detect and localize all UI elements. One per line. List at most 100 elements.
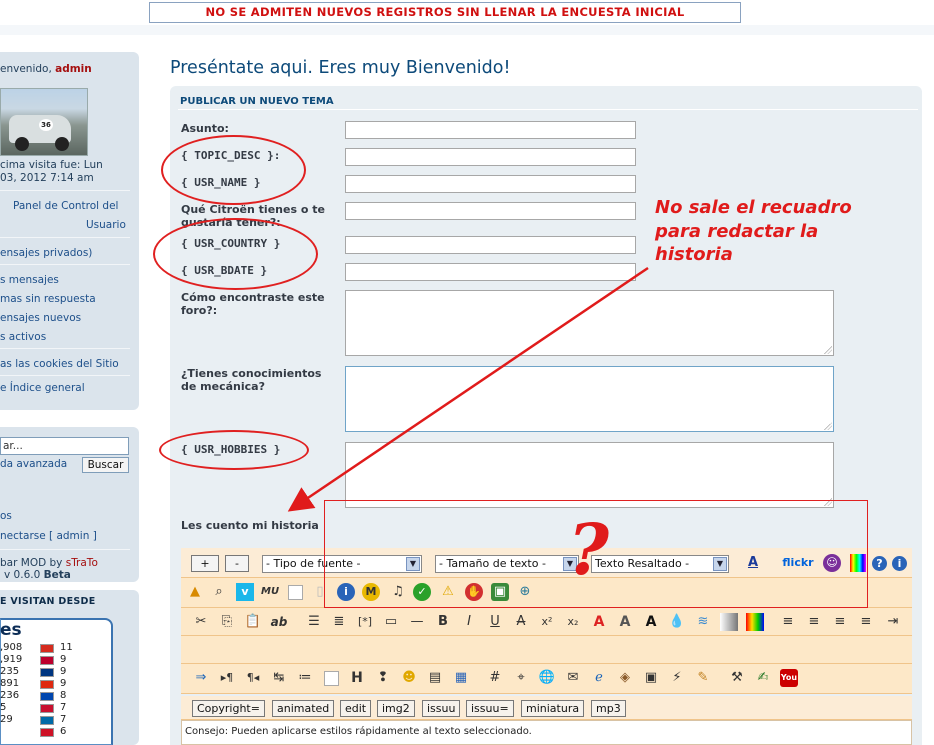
heading-icon[interactable]: H bbox=[348, 669, 366, 687]
image-icon[interactable]: ▣ bbox=[642, 669, 660, 687]
wrap-icon[interactable]: ↹ bbox=[270, 669, 288, 687]
blank-box-icon-2[interactable] bbox=[324, 671, 339, 686]
annotation-question-mark: ? bbox=[568, 508, 610, 591]
underline-icon[interactable]: U bbox=[486, 613, 504, 631]
copy-icon[interactable]: ⎘ bbox=[218, 613, 236, 631]
tag-button[interactable]: Copyright= bbox=[192, 700, 265, 717]
tag-button[interactable]: issuu bbox=[422, 700, 461, 717]
search-icon[interactable]: ⌕ bbox=[210, 583, 228, 601]
horizontal-rule-icon[interactable]: — bbox=[408, 613, 426, 631]
usr-country-input[interactable] bbox=[345, 236, 636, 254]
indent-icon[interactable]: ⇥ bbox=[884, 613, 902, 631]
paste-icon[interactable]: 📋 bbox=[244, 613, 262, 631]
usr-bdate-input[interactable] bbox=[345, 263, 636, 281]
font-size-minus-button[interactable]: - bbox=[225, 555, 249, 572]
tag-button[interactable]: edit bbox=[340, 700, 372, 717]
text-shadow-icon[interactable]: A bbox=[616, 613, 634, 631]
info-icon[interactable]: i bbox=[892, 556, 907, 571]
sidebar-link-new-messages[interactable]: ensajes nuevos bbox=[0, 312, 81, 324]
gradient-icon[interactable] bbox=[720, 613, 738, 631]
tag-button[interactable]: mp3 bbox=[591, 700, 626, 717]
ltr-icon[interactable]: ▸¶ bbox=[218, 669, 236, 687]
subject-input[interactable] bbox=[345, 121, 636, 139]
page-title[interactable]: Preséntate aqui. Eres muy Bienvenido! bbox=[170, 58, 511, 78]
table-icon[interactable]: ▭ bbox=[382, 613, 400, 631]
cut-icon[interactable]: ✂ bbox=[192, 613, 210, 631]
world-icon[interactable]: 🌐 bbox=[538, 669, 556, 687]
advanced-search-link[interactable]: da avanzada bbox=[0, 458, 67, 470]
flag-row: 236 8 bbox=[0, 690, 110, 702]
drop-icon[interactable]: 💧 bbox=[668, 613, 686, 631]
found-textarea[interactable] bbox=[345, 290, 834, 356]
tag-button[interactable]: miniatura bbox=[521, 700, 585, 717]
resize-grip[interactable] bbox=[824, 346, 832, 354]
sidebar-link-unanswered[interactable]: mas sin respuesta bbox=[0, 293, 96, 305]
vimeo-icon[interactable]: v bbox=[236, 583, 254, 601]
megaupload-icon[interactable]: MU bbox=[261, 583, 279, 601]
username-link[interactable]: admin bbox=[55, 63, 92, 75]
rainbow-icon[interactable] bbox=[746, 613, 764, 631]
fox-icon[interactable]: ◈ bbox=[616, 669, 634, 687]
index-link[interactable]: e Índice general bbox=[0, 382, 85, 394]
remove-format-icon[interactable]: ab bbox=[270, 613, 288, 631]
document-icon[interactable]: ▤ bbox=[426, 669, 444, 687]
sidebar-search-input[interactable]: ar... bbox=[0, 437, 129, 455]
web-link-icon[interactable]: ⌖ bbox=[512, 669, 530, 687]
strikethrough-icon[interactable]: A bbox=[512, 613, 530, 631]
import-icon[interactable]: ⇒ bbox=[192, 669, 210, 687]
usr-name-input[interactable] bbox=[345, 175, 636, 193]
resize-grip[interactable] bbox=[824, 422, 832, 430]
tag-button[interactable]: img2 bbox=[377, 700, 415, 717]
paragraph-icon[interactable]: ≔ bbox=[296, 669, 314, 687]
list-item-icon[interactable]: [*] bbox=[356, 613, 374, 631]
align-center-icon[interactable]: ≡ bbox=[831, 613, 849, 631]
delete-cookies-link[interactable]: as las cookies del Sitio bbox=[0, 358, 119, 370]
topic-desc-input[interactable] bbox=[345, 148, 636, 166]
visitors-title: E VISITAN DESDE bbox=[0, 596, 96, 607]
align-justify-icon[interactable]: ≡ bbox=[779, 613, 797, 631]
font-size-plus-button[interactable]: + bbox=[191, 555, 219, 572]
mechanics-textarea[interactable] bbox=[345, 366, 834, 432]
italic-icon[interactable]: I bbox=[460, 613, 478, 631]
flash-icon[interactable]: ⚡ bbox=[668, 669, 686, 687]
country-flag-icon bbox=[40, 728, 54, 737]
text-effect-red-icon[interactable]: A bbox=[590, 613, 608, 631]
citroen-input[interactable] bbox=[345, 202, 636, 220]
blank-box-icon[interactable] bbox=[288, 585, 303, 600]
hashtag-icon[interactable]: # bbox=[486, 669, 504, 687]
private-messages-link[interactable]: ensajes privados) bbox=[0, 247, 92, 259]
search-button[interactable]: Buscar bbox=[82, 457, 129, 473]
bullet-list-icon[interactable]: ☰ bbox=[305, 613, 323, 631]
sidebar-link-misc[interactable]: os bbox=[0, 510, 12, 522]
numbered-list-icon[interactable]: ≣ bbox=[330, 613, 348, 631]
edit-note-icon[interactable]: ✍ bbox=[754, 669, 772, 687]
control-panel-link-2[interactable]: Usuario bbox=[86, 219, 126, 231]
tag-button[interactable]: issuu= bbox=[466, 700, 514, 717]
control-panel-link-1[interactable]: Panel de Control del bbox=[13, 200, 118, 212]
tools-icon[interactable]: ⚒ bbox=[728, 669, 746, 687]
align-left-icon[interactable]: ≡ bbox=[805, 613, 823, 631]
superscript-icon[interactable]: x² bbox=[538, 613, 556, 631]
text-glow-icon[interactable]: A bbox=[642, 613, 660, 631]
help-icon[interactable]: ? bbox=[872, 556, 887, 571]
sidebar-link-active[interactable]: s activos bbox=[0, 331, 46, 343]
sidebar-link-messages[interactable]: s mensajes bbox=[0, 274, 59, 286]
youtube-icon[interactable]: You bbox=[780, 669, 798, 687]
flag-count-right: 9 bbox=[60, 678, 67, 689]
tag-button[interactable]: animated bbox=[272, 700, 335, 717]
ie-icon[interactable]: ℯ bbox=[590, 669, 608, 687]
mod-author-link[interactable]: sTraTo bbox=[66, 557, 98, 569]
hobbies-textarea[interactable] bbox=[345, 442, 834, 508]
email-icon[interactable]: ✉ bbox=[564, 669, 582, 687]
warning-cone-icon[interactable]: ▲ bbox=[186, 583, 204, 601]
subscript-icon[interactable]: x₂ bbox=[564, 613, 582, 631]
spoiler-icon[interactable]: ❢ bbox=[374, 669, 392, 687]
align-right-icon[interactable]: ≡ bbox=[857, 613, 875, 631]
bold-icon[interactable]: B bbox=[434, 613, 452, 631]
wave-icon[interactable]: ≋ bbox=[694, 613, 712, 631]
brush-icon[interactable]: ✎ bbox=[694, 669, 712, 687]
logout-link[interactable]: nectarse [ admin ] bbox=[0, 530, 97, 542]
rtl-icon[interactable]: ¶◂ bbox=[244, 669, 262, 687]
table-grid-icon[interactable]: ▦ bbox=[452, 669, 470, 687]
emoticon-icon[interactable]: ☻ bbox=[400, 669, 418, 687]
